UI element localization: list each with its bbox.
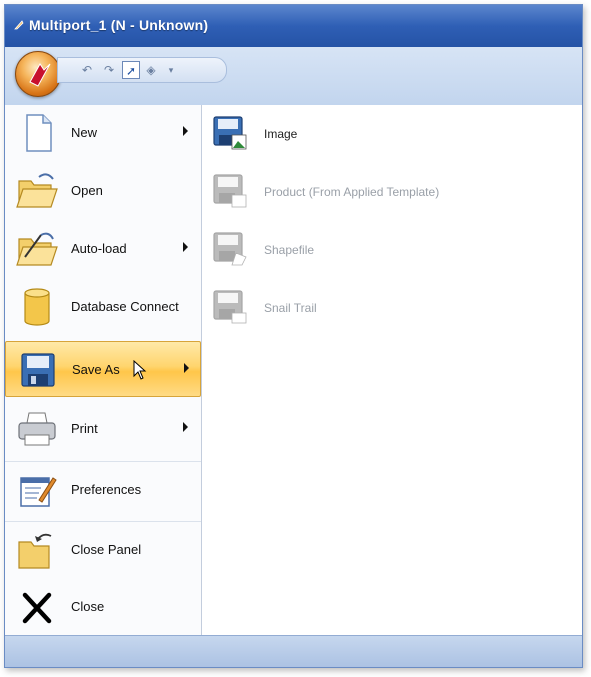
save-product-icon: [213, 174, 247, 208]
submenu-arrow-icon: [184, 363, 189, 373]
app-icon: [14, 20, 24, 30]
menu-item-label: Print: [71, 421, 98, 436]
redo-icon[interactable]: ↷: [100, 61, 118, 79]
close-icon: [22, 592, 52, 624]
menu-item-print[interactable]: Print: [5, 401, 201, 457]
layers-icon[interactable]: ◈: [142, 61, 160, 79]
customize-dropdown-icon[interactable]: ▾: [162, 61, 180, 79]
menu-item-label: Close Panel: [71, 542, 142, 557]
application-window: Multiport_1 (N - Unknown) ↶ ↷ ➚ ◈ ▾ New: [4, 4, 583, 668]
submenu-arrow-icon: [183, 422, 188, 432]
menu-item-new[interactable]: New: [5, 105, 201, 161]
window-title: Multiport_1 (N - Unknown): [29, 17, 209, 33]
undo-icon[interactable]: ↶: [78, 61, 96, 79]
menu-item-database-connect[interactable]: Database Connect: [5, 279, 201, 335]
new-document-icon: [26, 114, 52, 152]
application-menu: New Open Auto-load Database Connect Save…: [5, 105, 202, 635]
auto-load-folder-icon: [16, 232, 58, 266]
menu-item-label: Save As: [72, 362, 120, 377]
submenu-item-label: Image: [264, 127, 298, 141]
submenu-item-shapefile[interactable]: Shapefile: [206, 221, 576, 277]
submenu-item-label: Product (From Applied Template): [264, 185, 440, 199]
submenu-item-image[interactable]: Image: [206, 105, 576, 161]
submenu-arrow-icon: [183, 126, 188, 136]
menu-item-save-as[interactable]: Save As: [5, 341, 201, 397]
status-bar: [5, 635, 582, 667]
menu-item-auto-load[interactable]: Auto-load: [5, 221, 201, 277]
menu-item-label: Preferences: [71, 482, 142, 497]
submenu-item-label: Snail Trail: [264, 301, 317, 315]
mouse-cursor-icon: [133, 360, 147, 380]
save-image-icon: [213, 116, 247, 150]
preferences-icon: [20, 477, 57, 507]
printer-icon: [18, 412, 56, 446]
open-folder-icon: [16, 173, 58, 208]
menu-item-label: Close: [71, 599, 105, 614]
select-pointer-icon[interactable]: ➚: [122, 61, 140, 79]
menu-item-close-panel[interactable]: Close Panel: [5, 521, 201, 578]
app-logo-icon: [29, 63, 51, 87]
menu-item-close[interactable]: Close: [5, 579, 201, 635]
submenu-item-label: Shapefile: [264, 243, 315, 257]
menu-item-preferences[interactable]: Preferences: [5, 461, 201, 518]
save-shapefile-icon: [213, 232, 247, 266]
menu-item-label: Auto-load: [71, 241, 127, 256]
submenu-item-product[interactable]: Product (From Applied Template): [206, 163, 576, 219]
save-snail-trail-icon: [213, 290, 247, 324]
quick-access-toolbar: ↶ ↷ ➚ ◈ ▾: [5, 47, 582, 106]
menu-item-label: New: [71, 125, 98, 140]
title-bar[interactable]: Multiport_1 (N - Unknown): [5, 5, 582, 47]
application-menu-button[interactable]: [15, 51, 61, 97]
save-as-submenu: Image Product (From Applied Template) Sh…: [202, 105, 582, 635]
submenu-arrow-icon: [183, 242, 188, 252]
database-icon: [24, 288, 50, 326]
save-icon: [21, 353, 55, 387]
menu-item-label: Database Connect: [71, 299, 179, 314]
quick-access-strip: ↶ ↷ ➚ ◈ ▾: [57, 57, 227, 83]
close-panel-icon: [18, 533, 52, 569]
submenu-item-snail-trail[interactable]: Snail Trail: [206, 279, 576, 335]
menu-item-label: Open: [71, 183, 103, 198]
menu-item-open[interactable]: Open: [5, 163, 201, 219]
